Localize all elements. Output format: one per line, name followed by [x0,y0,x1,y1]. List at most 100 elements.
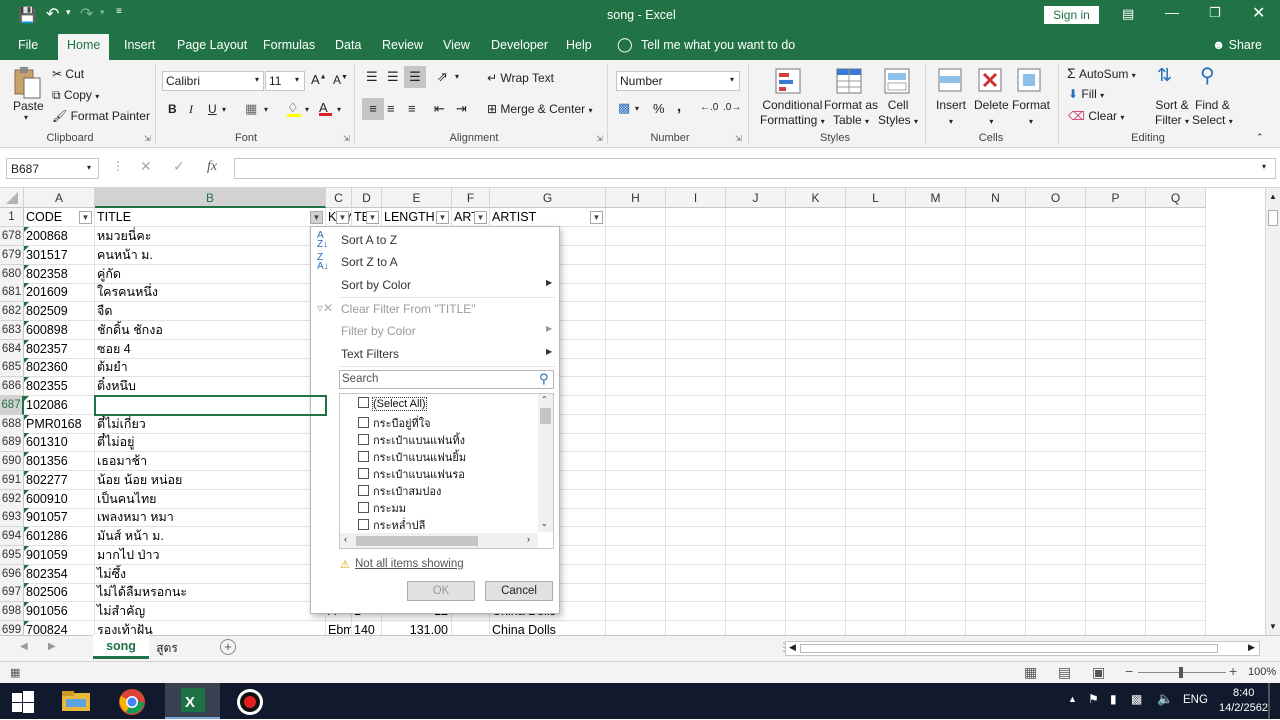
expand-formula-icon[interactable]: ▾ [1262,162,1266,171]
decrease-indent-icon[interactable]: ⇤ [434,101,445,117]
cell-empty[interactable] [966,302,1026,321]
cell-empty[interactable] [1086,527,1146,546]
cell-empty[interactable] [1086,470,1146,490]
zoom-out-icon[interactable]: − [1125,663,1133,679]
cell-empty[interactable] [726,414,786,434]
cell-empty[interactable] [606,452,666,471]
font-color-icon[interactable]: A [319,100,332,116]
cell-empty[interactable] [726,564,786,584]
column-header-i[interactable]: I [666,188,726,208]
cell-empty[interactable] [726,358,786,378]
cell-empty[interactable] [1146,583,1206,603]
cell-empty[interactable] [1146,602,1206,621]
column-header-g[interactable]: G [490,188,606,208]
row-header[interactable]: 691 [0,470,24,490]
cell-empty[interactable] [786,208,846,227]
cell-empty[interactable] [906,208,966,227]
format-cells-button[interactable]: Format ▾ [1012,98,1050,129]
filter-value-checkbox[interactable]: กระบือยู่ที่ใจ [358,414,431,432]
font-name-select[interactable]: Calibri ▾ [162,71,264,91]
cell-title[interactable]: ชักดิ้น ชักงอ [95,320,326,340]
cell-title[interactable]: มันส์ หน้า ม. [95,527,326,546]
cell-empty[interactable] [906,377,966,396]
cell-empty[interactable] [846,264,906,284]
sort-filter-button[interactable]: Sort & Filter ▾ [1155,98,1189,129]
file-explorer-icon[interactable] [58,687,98,717]
cell-empty[interactable] [1026,264,1086,284]
cell-empty[interactable] [786,320,846,340]
cell-empty[interactable] [846,395,906,415]
cell-empty[interactable] [606,264,666,284]
cell-empty[interactable] [906,227,966,246]
cell-empty[interactable] [1026,320,1086,340]
column-header-d[interactable]: D [352,188,382,208]
cell-empty[interactable] [1086,339,1146,359]
header-cell-art[interactable]: ART ▼ [452,208,490,227]
cell-code[interactable]: PMR0168 [24,414,95,434]
cell-empty[interactable] [846,302,906,321]
cell-empty[interactable] [1026,358,1086,378]
align-top-icon[interactable]: ☰ [366,69,378,85]
cell-title[interactable]: ไม่สำคัญ [95,602,326,621]
cell-code[interactable]: 601286 [24,527,95,546]
sign-in-button[interactable]: Sign in [1044,6,1099,24]
cell-empty[interactable] [846,320,906,340]
cell-empty[interactable] [966,395,1026,415]
cell-empty[interactable] [1026,339,1086,359]
conditional-formatting-icon[interactable] [773,66,803,99]
scroll-right-icon[interactable]: › [527,534,530,544]
cell-empty[interactable] [906,339,966,359]
cell-empty[interactable] [606,489,666,509]
cell-empty[interactable] [846,620,906,635]
cell-title[interactable]: คนหน้า ม. [95,245,326,265]
cell-empty[interactable] [846,470,906,490]
filter-dropdown-icon[interactable]: ▼ [474,211,487,224]
cell-empty[interactable] [1086,358,1146,378]
formula-input[interactable] [234,158,1276,179]
filter-dropdown-icon[interactable]: ▼ [590,211,603,224]
cell-empty[interactable] [606,433,666,453]
not-all-items-link[interactable]: Not all items showing [355,558,464,570]
cell-empty[interactable] [606,395,666,415]
cell-empty[interactable] [786,227,846,246]
ribbon-display-options-icon[interactable]: ▤ [1122,6,1134,22]
font-launcher-icon[interactable]: ⇲ [343,134,350,143]
cell-empty[interactable] [726,302,786,321]
macro-record-icon[interactable]: ▦ [10,666,20,679]
cell-empty[interactable] [1026,302,1086,321]
page-layout-view-icon[interactable]: ▤ [1058,664,1071,681]
cell-empty[interactable] [966,452,1026,471]
cell-empty[interactable] [726,508,786,528]
zoom-in-icon[interactable]: + [1229,663,1237,679]
cell-empty[interactable] [1086,264,1146,284]
cell-empty[interactable] [966,564,1026,584]
cell-code[interactable]: 802509 [24,302,95,321]
cell-empty[interactable] [726,620,786,635]
cell-empty[interactable] [846,339,906,359]
cell-empty[interactable] [666,358,726,378]
cell-title[interactable]: ซอย 4 [95,339,326,359]
cell-title[interactable]: ตี๋ไม่อยู่ [95,433,326,453]
cell-empty[interactable] [786,302,846,321]
cell-empty[interactable] [846,527,906,546]
cell-empty[interactable] [606,508,666,528]
row-header[interactable]: 681 [0,283,24,303]
cell-empty[interactable] [606,208,666,227]
tab-review[interactable]: Review [382,38,423,52]
chrome-icon[interactable] [118,688,146,719]
cell-empty[interactable] [1146,358,1206,378]
cell-empty[interactable] [846,377,906,396]
cell-empty[interactable] [906,564,966,584]
cell-empty[interactable] [966,208,1026,227]
clock-time[interactable]: 8:40 [1233,687,1254,699]
cell-empty[interactable] [606,527,666,546]
cell-empty[interactable] [786,433,846,453]
column-header-h[interactable]: H [606,188,666,208]
tab-formulas[interactable]: Formulas [263,38,315,52]
cell-empty[interactable] [1146,564,1206,584]
row-header[interactable]: 693 [0,508,24,528]
language-indicator[interactable]: ENG [1183,694,1208,706]
cell-empty[interactable] [846,414,906,434]
cell-empty[interactable] [1086,489,1146,509]
tell-me-search[interactable]: Tell me what you want to do [641,38,795,52]
